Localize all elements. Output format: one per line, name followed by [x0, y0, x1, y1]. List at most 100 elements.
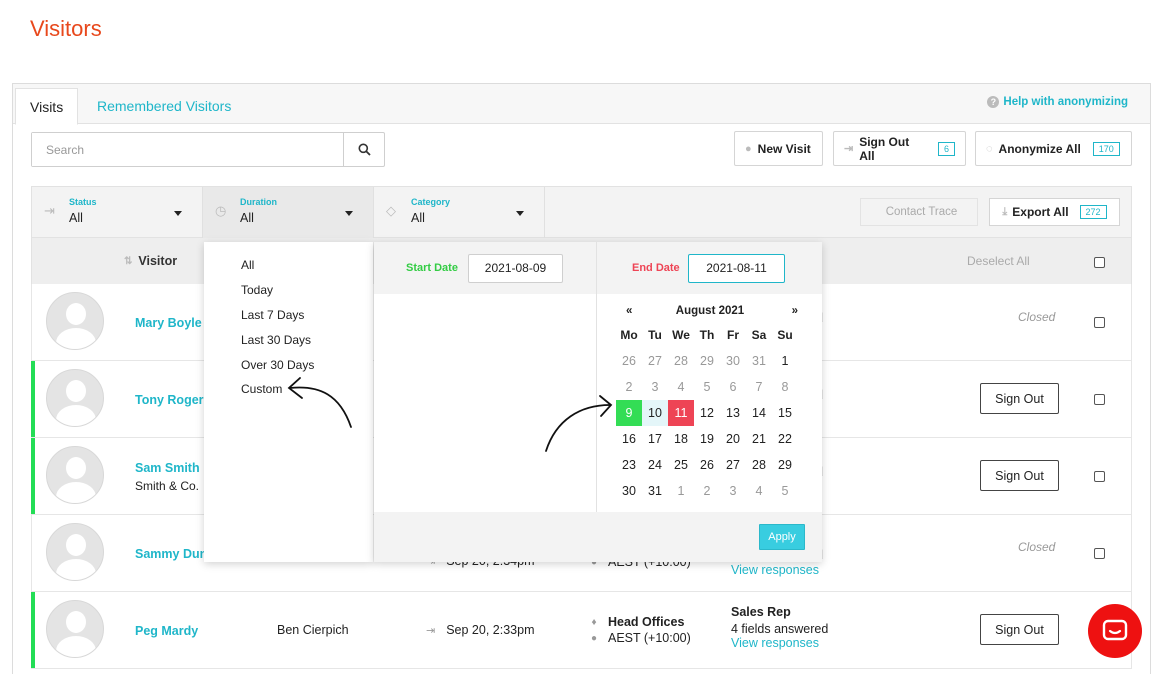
search-button[interactable] — [343, 133, 384, 166]
calendar-day[interactable]: 3 — [642, 374, 668, 400]
end-date-input[interactable]: 2021-08-11 — [688, 254, 785, 283]
sign-out-icon: ⇥ — [844, 143, 854, 155]
category-title: Sales Rep — [731, 605, 791, 619]
apply-button[interactable]: Apply — [759, 524, 805, 550]
calendar-day[interactable]: 2 — [694, 478, 720, 504]
calendar-day[interactable]: 27 — [642, 348, 668, 374]
map-pin-icon: ♦ — [591, 616, 597, 628]
sign-out-button[interactable]: Sign Out — [980, 460, 1059, 491]
calendar-day[interactable]: 5 — [772, 478, 798, 504]
calendar-day[interactable]: 9 — [616, 400, 642, 426]
calendar-day[interactable]: 20 — [720, 426, 746, 452]
calendar-day[interactable]: 31 — [642, 478, 668, 504]
duration-option-last-7-days[interactable]: Last 7 Days — [241, 308, 304, 322]
sign-out-button[interactable]: Sign Out — [980, 614, 1059, 645]
sign-in-icon: ⇥ — [426, 624, 436, 637]
calendar-day[interactable]: 27 — [720, 452, 746, 478]
duration-filter[interactable]: ◷ Duration All — [203, 187, 374, 238]
page-title: Visitors — [30, 16, 102, 41]
calendar-grid: Mo Tu We Th Fr Sa Su 26 27 28 29 30 31 1 2 3 4 5 6 7 8 9 10 11 1… — [616, 322, 808, 504]
view-responses-link[interactable]: View responses — [731, 636, 828, 650]
calendar-day[interactable]: 5 — [694, 374, 720, 400]
weekday-label: Tu — [648, 328, 662, 342]
calendar-day[interactable]: 23 — [616, 452, 642, 478]
calendar-day[interactable]: 16 — [616, 426, 642, 452]
calendar-day[interactable]: 1 — [772, 348, 798, 374]
calendar-day[interactable]: 14 — [746, 400, 772, 426]
calendar-day[interactable]: 29 — [694, 348, 720, 374]
calendar-day[interactable]: 8 — [772, 374, 798, 400]
tab-visits[interactable]: Visits — [15, 88, 79, 125]
start-date-input[interactable]: 2021-08-09 — [468, 254, 563, 283]
calendar-day[interactable]: 28 — [668, 348, 694, 374]
visitor-name[interactable]: Sammy Dun — [135, 547, 207, 561]
calendar-day[interactable]: 6 — [720, 374, 746, 400]
duration-option-custom[interactable]: Custom — [241, 382, 282, 396]
tab-remembered-visitors[interactable]: Remembered Visitors — [83, 88, 245, 125]
duration-option-today[interactable]: Today — [241, 283, 273, 297]
export-all-button[interactable]: ⤓ Export All 272 — [989, 198, 1120, 226]
calendar-day[interactable]: 1 — [668, 478, 694, 504]
calendar-day[interactable]: 15 — [772, 400, 798, 426]
category-filter[interactable]: ◇ Category All — [374, 187, 545, 238]
calendar-day[interactable]: 12 — [694, 400, 720, 426]
calendar-day[interactable]: 10 — [642, 400, 668, 426]
calendar-day[interactable]: 26 — [694, 452, 720, 478]
calendar-day[interactable]: 11 — [668, 400, 694, 426]
visitor-column-header[interactable]: ⇅ Visitor — [124, 254, 177, 268]
filter-bar: ⇥ Status All ◷ Duration All ◇ Category A… — [31, 186, 1132, 238]
select-all-checkbox[interactable] — [1094, 257, 1105, 268]
visitor-name[interactable]: Tony Rogers — [135, 393, 210, 407]
chat-widget-button[interactable] — [1088, 604, 1142, 658]
view-responses-link[interactable]: View responses — [731, 563, 819, 577]
calendar-day[interactable]: 30 — [720, 348, 746, 374]
avatar — [46, 600, 104, 658]
row-checkbox[interactable] — [1094, 548, 1105, 559]
next-month-button[interactable]: » — [792, 305, 798, 317]
duration-option-all[interactable]: All — [241, 258, 254, 272]
calendar-day[interactable]: 30 — [616, 478, 642, 504]
sign-in-time-value: Sep 20, 2:33pm — [446, 623, 535, 637]
calendar-day[interactable]: 31 — [746, 348, 772, 374]
sign-out-all-button[interactable]: ⇥ Sign Out All 6 — [833, 131, 966, 166]
location: ♦ Head Offices ● AEST (+10:00) — [589, 614, 691, 646]
row-checkbox[interactable] — [1094, 394, 1105, 405]
category-filter-value: All — [411, 211, 425, 225]
calendar-day[interactable]: 4 — [668, 374, 694, 400]
search-input[interactable] — [32, 133, 343, 166]
avatar — [46, 446, 104, 504]
deselect-all-button[interactable]: Deselect All — [967, 254, 1030, 268]
calendar-day[interactable]: 28 — [746, 452, 772, 478]
sign-out-all-count: 6 — [937, 141, 955, 156]
duration-option-over-30-days[interactable]: Over 30 Days — [241, 358, 314, 372]
sign-out-button[interactable]: Sign Out — [980, 383, 1059, 414]
calendar-day[interactable]: 29 — [772, 452, 798, 478]
visitor-name[interactable]: Peg Mardy — [135, 624, 198, 638]
calendar-day[interactable]: 18 — [668, 426, 694, 452]
calendar-day[interactable]: 19 — [694, 426, 720, 452]
visitor-name[interactable]: Sam Smith — [135, 461, 200, 475]
calendar-day[interactable]: 24 — [642, 452, 668, 478]
row-checkbox[interactable] — [1094, 317, 1105, 328]
fields-answered: 4 fields answered — [731, 622, 829, 636]
anonymize-all-button[interactable]: ◌ Anonymize All 170 — [975, 131, 1132, 166]
calendar-day[interactable]: 2 — [616, 374, 642, 400]
tab-bar: Visits Remembered Visitors ? Help with a… — [13, 84, 1150, 125]
help-anonymizing-link[interactable]: ? Help with anonymizing — [987, 96, 1128, 108]
duration-dropdown-menu: All Today Last 7 Days Last 30 Days Over … — [204, 242, 373, 562]
status-filter[interactable]: ⇥ Status All — [32, 187, 203, 238]
calendar-day[interactable]: 22 — [772, 426, 798, 452]
calendar-day[interactable]: 3 — [720, 478, 746, 504]
calendar-day[interactable]: 26 — [616, 348, 642, 374]
calendar-day[interactable]: 7 — [746, 374, 772, 400]
calendar-day[interactable]: 13 — [720, 400, 746, 426]
visitor-name[interactable]: Mary Boyle — [135, 316, 202, 330]
contact-trace-button[interactable]: Contact Trace — [860, 198, 978, 226]
new-visit-button[interactable]: ● New Visit — [734, 131, 823, 166]
calendar-day[interactable]: 25 — [668, 452, 694, 478]
calendar-day[interactable]: 17 — [642, 426, 668, 452]
duration-option-last-30-days[interactable]: Last 30 Days — [241, 333, 311, 347]
calendar-day[interactable]: 4 — [746, 478, 772, 504]
calendar-day[interactable]: 21 — [746, 426, 772, 452]
row-checkbox[interactable] — [1094, 471, 1105, 482]
